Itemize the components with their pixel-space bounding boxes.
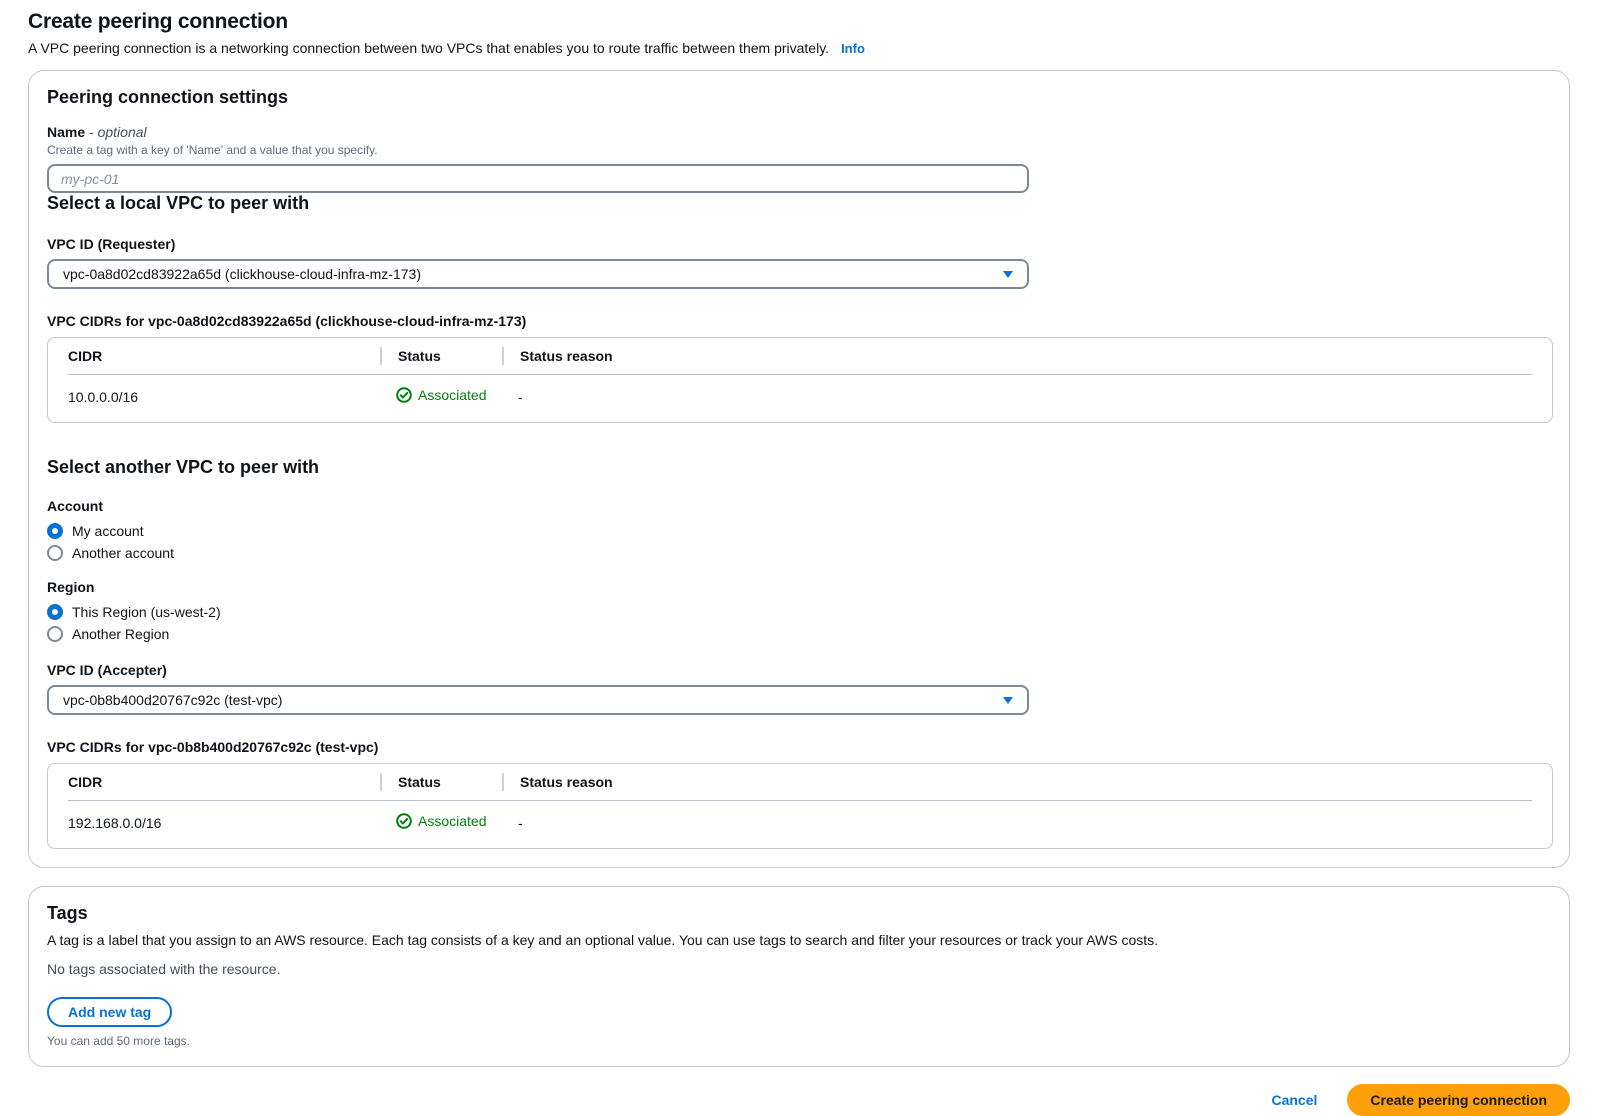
status-cell: Associated bbox=[380, 387, 502, 406]
add-new-tag-button[interactable]: Add new tag bbox=[47, 997, 172, 1027]
requester-cidrs-title: VPC CIDRs for vpc-0a8d02cd83922a65d (cli… bbox=[47, 313, 1551, 329]
status-text: Associated bbox=[418, 813, 486, 829]
tags-description: A tag is a label that you assign to an A… bbox=[47, 932, 1551, 948]
tags-remaining-text: You can add 50 more tags. bbox=[47, 1034, 1551, 1048]
settings-heading: Peering connection settings bbox=[47, 87, 1551, 108]
accepter-vpc-label: VPC ID (Accepter) bbox=[47, 662, 1551, 678]
name-optional-text: - optional bbox=[89, 124, 147, 140]
region-label: Region bbox=[47, 579, 1551, 595]
radio-this-region-label: This Region (us-west-2) bbox=[72, 604, 221, 620]
account-label: Account bbox=[47, 498, 1551, 514]
column-header-status-reason: Status reason bbox=[502, 338, 1532, 374]
column-header-status: Status bbox=[380, 338, 502, 374]
name-input[interactable] bbox=[47, 164, 1029, 193]
another-vpc-heading: Select another VPC to peer with bbox=[47, 457, 1551, 478]
column-header-status: Status bbox=[380, 764, 502, 800]
name-hint: Create a tag with a key of 'Name' and a … bbox=[47, 143, 1551, 157]
column-header-cidr: CIDR bbox=[68, 765, 380, 799]
radio-another-account-label: Another account bbox=[72, 545, 174, 561]
create-peering-connection-button[interactable]: Create peering connection bbox=[1347, 1084, 1570, 1116]
radio-selected-icon bbox=[47, 523, 63, 539]
cancel-button[interactable]: Cancel bbox=[1271, 1092, 1317, 1108]
tags-card: Tags A tag is a label that you assign to… bbox=[28, 886, 1570, 1067]
name-label-text: Name bbox=[47, 124, 85, 140]
table-header: CIDR Status Status reason bbox=[68, 338, 1532, 375]
chevron-down-icon bbox=[1003, 697, 1013, 704]
accepter-vpc-select[interactable]: vpc-0b8b400d20767c92c (test-vpc) bbox=[47, 685, 1029, 715]
peering-connection-settings-card: Peering connection settings Name - optio… bbox=[28, 70, 1570, 868]
accepter-vpc-value: vpc-0b8b400d20767c92c (test-vpc) bbox=[63, 692, 282, 708]
status-reason-cell: - bbox=[502, 389, 1532, 405]
radio-another-account[interactable]: Another account bbox=[47, 545, 1551, 561]
info-link[interactable]: Info bbox=[841, 41, 865, 56]
page-title: Create peering connection bbox=[28, 10, 1570, 34]
status-cell: Associated bbox=[380, 813, 502, 832]
cidr-cell: 192.168.0.0/16 bbox=[68, 815, 380, 831]
page-description-row: A VPC peering connection is a networking… bbox=[28, 40, 1570, 56]
status-reason-cell: - bbox=[502, 815, 1532, 831]
footer-actions: Cancel Create peering connection bbox=[28, 1084, 1570, 1116]
status-success-icon bbox=[396, 813, 412, 829]
radio-my-account[interactable]: My account bbox=[47, 523, 1551, 539]
status-success-icon bbox=[396, 387, 412, 403]
radio-unselected-icon bbox=[47, 626, 63, 642]
requester-vpc-select[interactable]: vpc-0a8d02cd83922a65d (clickhouse-cloud-… bbox=[47, 259, 1029, 289]
requester-cidr-table: CIDR Status Status reason 10.0.0.0/16 As… bbox=[47, 337, 1553, 423]
radio-unselected-icon bbox=[47, 545, 63, 561]
name-label: Name - optional bbox=[47, 124, 1551, 140]
table-header: CIDR Status Status reason bbox=[68, 764, 1532, 801]
local-vpc-heading: Select a local VPC to peer with bbox=[47, 193, 1551, 214]
radio-my-account-label: My account bbox=[72, 523, 144, 539]
cidr-cell: 10.0.0.0/16 bbox=[68, 389, 380, 405]
column-header-status-reason: Status reason bbox=[502, 764, 1532, 800]
radio-this-region[interactable]: This Region (us-west-2) bbox=[47, 604, 1551, 620]
radio-another-region[interactable]: Another Region bbox=[47, 626, 1551, 642]
radio-another-region-label: Another Region bbox=[72, 626, 169, 642]
requester-vpc-label: VPC ID (Requester) bbox=[47, 236, 1551, 252]
create-peering-connection-page: Create peering connection A VPC peering … bbox=[0, 0, 1600, 1116]
table-row: 192.168.0.0/16 Associated - bbox=[68, 801, 1532, 848]
status-text: Associated bbox=[418, 387, 486, 403]
accepter-cidrs-title: VPC CIDRs for vpc-0b8b400d20767c92c (tes… bbox=[47, 739, 1551, 755]
tags-heading: Tags bbox=[47, 903, 1551, 924]
accepter-cidr-table: CIDR Status Status reason 192.168.0.0/16… bbox=[47, 763, 1553, 849]
page-description: A VPC peering connection is a networking… bbox=[28, 40, 829, 56]
requester-vpc-value: vpc-0a8d02cd83922a65d (clickhouse-cloud-… bbox=[63, 266, 421, 282]
column-header-cidr: CIDR bbox=[68, 339, 380, 373]
chevron-down-icon bbox=[1003, 271, 1013, 278]
radio-selected-icon bbox=[47, 604, 63, 620]
tags-empty-text: No tags associated with the resource. bbox=[47, 961, 1551, 977]
table-row: 10.0.0.0/16 Associated - bbox=[68, 375, 1532, 422]
